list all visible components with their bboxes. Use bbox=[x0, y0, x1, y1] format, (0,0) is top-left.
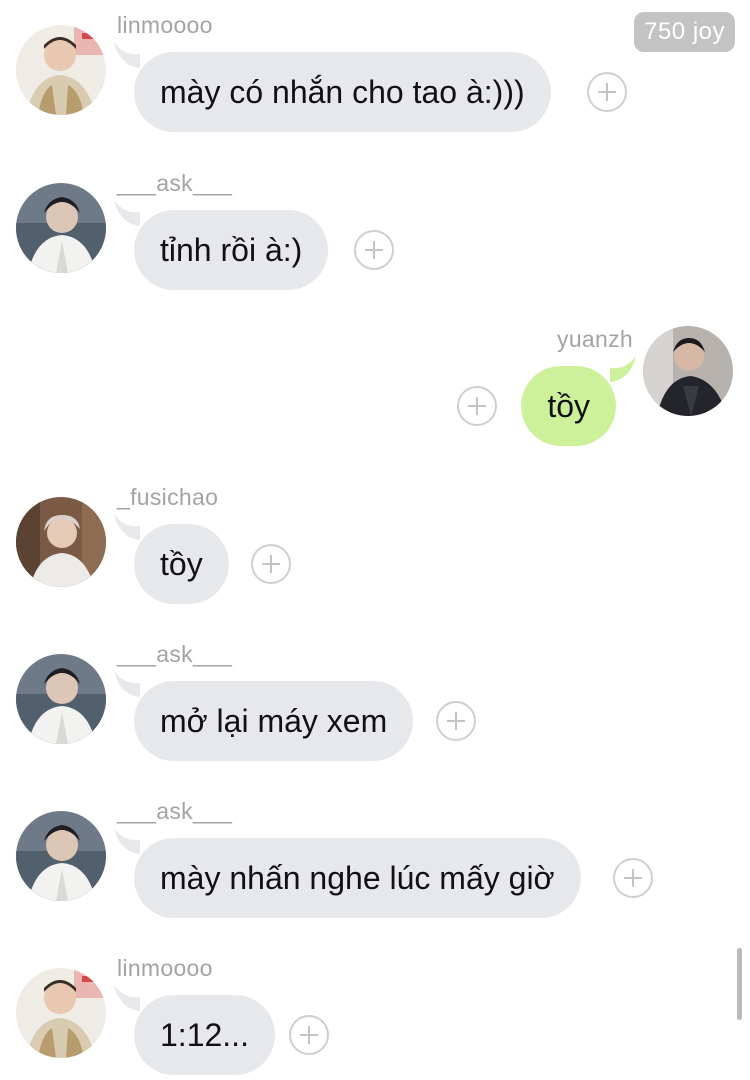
bubble-tail bbox=[114, 985, 140, 1011]
avatar[interactable] bbox=[16, 183, 106, 273]
avatar[interactable] bbox=[643, 326, 733, 416]
message-bubble[interactable]: 1:12... bbox=[134, 995, 275, 1075]
add-reaction-button[interactable] bbox=[457, 386, 497, 426]
message-bubble[interactable]: mày nhấn nghe lúc mấy giờ bbox=[134, 838, 581, 918]
sender-name: linmoooo bbox=[117, 12, 213, 38]
sender-name: yuanzh bbox=[557, 326, 633, 352]
message-bubble[interactable]: mày có nhắn cho tao à:))) bbox=[134, 52, 551, 132]
message-row: ___ask___ tỉnh rồi à:) bbox=[0, 170, 750, 290]
sender-name: ___ask___ bbox=[117, 641, 233, 667]
add-reaction-button[interactable] bbox=[436, 701, 476, 741]
sender-name: ___ask___ bbox=[117, 798, 233, 824]
bubble-tail bbox=[114, 42, 140, 68]
message-row: yuanzh tồy bbox=[0, 326, 750, 446]
message-bubble[interactable]: mở lại máy xem bbox=[134, 681, 414, 761]
chat-thread: linmoooo mày có nhắn cho tao à:))) ___as… bbox=[0, 0, 750, 1080]
add-reaction-button[interactable] bbox=[251, 544, 291, 584]
message-bubble[interactable]: tồy bbox=[134, 524, 229, 604]
avatar[interactable] bbox=[16, 25, 106, 115]
avatar[interactable] bbox=[16, 654, 106, 744]
message-bubble[interactable]: tồy bbox=[521, 366, 616, 446]
message-row: ___ask___ mở lại máy xem bbox=[0, 641, 750, 761]
message-row: linmoooo 1:12... bbox=[0, 955, 750, 1075]
add-reaction-button[interactable] bbox=[587, 72, 627, 112]
avatar[interactable] bbox=[16, 968, 106, 1058]
bubble-tail bbox=[114, 828, 140, 854]
bubble-tail bbox=[114, 514, 140, 540]
message-bubble[interactable]: tỉnh rồi à:) bbox=[134, 210, 329, 290]
bubble-tail bbox=[610, 356, 636, 382]
bubble-tail bbox=[114, 200, 140, 226]
avatar[interactable] bbox=[16, 811, 106, 901]
sender-name: ___ask___ bbox=[117, 170, 233, 196]
scrollbar[interactable] bbox=[737, 948, 742, 1020]
sender-name: linmoooo bbox=[117, 955, 213, 981]
add-reaction-button[interactable] bbox=[354, 230, 394, 270]
message-row: _fusichao tồy bbox=[0, 484, 750, 604]
message-row: ___ask___ mày nhấn nghe lúc mấy giờ bbox=[0, 798, 750, 918]
add-reaction-button[interactable] bbox=[289, 1015, 329, 1055]
avatar[interactable] bbox=[16, 497, 106, 587]
sender-name: _fusichao bbox=[117, 484, 219, 510]
add-reaction-button[interactable] bbox=[613, 858, 653, 898]
joy-badge[interactable]: 750 joy bbox=[634, 12, 735, 52]
bubble-tail bbox=[114, 671, 140, 697]
